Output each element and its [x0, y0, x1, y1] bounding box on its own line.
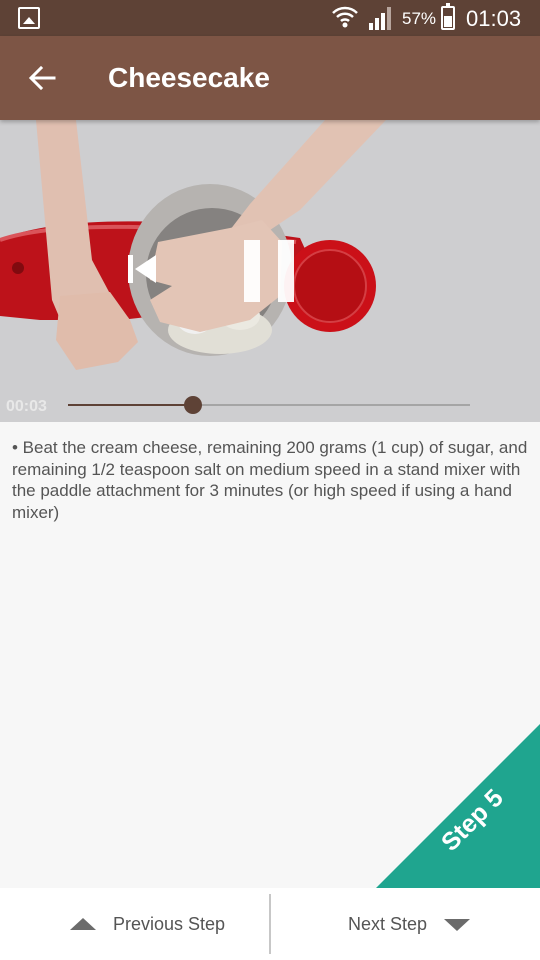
video-player[interactable]: 00:03	[0, 120, 540, 422]
battery-icon	[441, 3, 455, 30]
previous-step-label: Previous Step	[113, 914, 226, 934]
gallery-icon	[18, 7, 40, 29]
battery-fill	[444, 16, 452, 27]
previous-step-button[interactable]: Previous Step	[0, 888, 269, 960]
seek-progress	[68, 404, 193, 406]
seek-thumb[interactable]	[183, 396, 202, 414]
step-description: • Beat the cream cheese, remaining 200 g…	[12, 438, 528, 522]
previous-icon[interactable]	[124, 251, 160, 287]
status-bar: 57% 01:03	[0, 0, 540, 36]
step-badge: Step 5	[376, 724, 540, 888]
step-navigation: Previous Step Next Step	[0, 888, 540, 960]
next-step-button[interactable]: Next Step	[271, 888, 540, 960]
arrow-down-icon	[444, 919, 470, 931]
pause-icon[interactable]	[240, 236, 302, 306]
page-title: Cheesecake	[108, 62, 270, 93]
wifi-icon	[332, 6, 358, 28]
battery-percent: 57%	[402, 9, 437, 28]
arrow-left-icon[interactable]	[26, 62, 58, 94]
video-elapsed-time: 00:03	[6, 398, 47, 415]
next-step-label: Next Step	[348, 914, 428, 934]
arrow-up-icon	[70, 918, 96, 930]
app-bar: Cheesecake	[0, 36, 540, 120]
status-time: 01:03	[466, 6, 522, 31]
signal-icon	[369, 7, 391, 30]
